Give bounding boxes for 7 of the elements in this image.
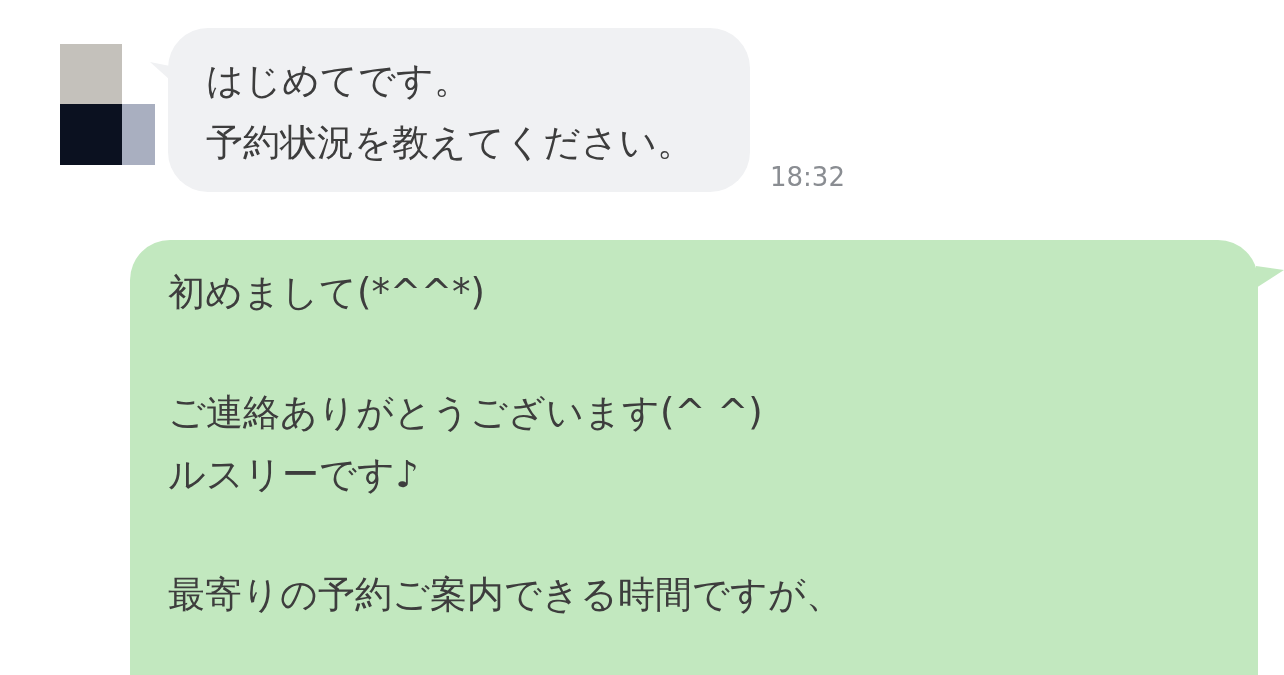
message-text: ご連絡ありがとうございます(^ ^) bbox=[168, 390, 764, 436]
timestamp: 18:32 bbox=[770, 164, 845, 192]
message-text: ルスリーです♪ bbox=[168, 452, 420, 498]
message-text: 初めまして(*^^*) bbox=[168, 270, 486, 316]
message-text: 最寄りの予約ご案内できる時間ですが、 bbox=[168, 572, 844, 618]
message-text: はじめてです。 bbox=[206, 58, 472, 104]
message-text: 予約状況を教えてください。 bbox=[206, 120, 694, 166]
